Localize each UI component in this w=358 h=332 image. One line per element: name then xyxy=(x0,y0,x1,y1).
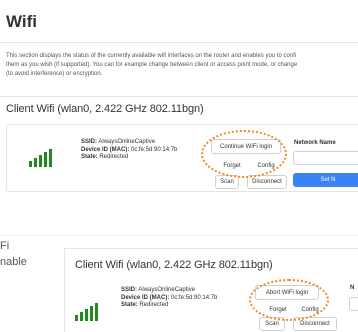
client-wifi-section-title: Client Wifi (wlan0, 2.422 GHz 802.11bgn) xyxy=(6,103,204,115)
title-divider xyxy=(0,42,358,43)
abort-callout-highlight xyxy=(249,279,329,321)
state-value: Redirected xyxy=(99,154,129,160)
section-divider xyxy=(0,96,358,97)
mac-value-bottom: 0c:fe:5d:90:14:7b xyxy=(171,294,218,301)
page-title: Wifi xyxy=(6,12,38,31)
wifi-page-bottom: Client Wifi (wlan0, 2.422 GHz 802.11bgn)… xyxy=(64,248,358,332)
connection-info-bottom: SSID: AlwaysOnlineCaptive Device ID (MAC… xyxy=(121,287,217,310)
client-wifi-section-title-bottom: Client Wifi (wlan0, 2.422 GHz 802.11bgn) xyxy=(75,259,273,271)
state-label-bottom: State: xyxy=(121,302,138,308)
mac-label-bottom: Device ID (MAC): xyxy=(121,294,170,301)
signal-strength-icon-bottom xyxy=(75,303,98,321)
side-text-fragment-2: nable xyxy=(0,256,27,268)
network-name-input-bottom[interactable] xyxy=(349,297,358,311)
state-label: State: xyxy=(81,154,98,160)
state-row: State: Redirected xyxy=(81,154,177,162)
login-callout-highlight xyxy=(201,130,287,178)
ssid-row-bottom: SSID: AlwaysOnlineCaptive xyxy=(121,287,217,295)
wifi-page-top: Wifi This section displays the status of… xyxy=(0,0,358,236)
network-name-input[interactable] xyxy=(293,151,358,165)
state-row-bottom: State: Redirected xyxy=(121,302,217,310)
page-description: This section displays the status of the … xyxy=(6,52,358,79)
connection-info: SSID: AlwaysOnlineCaptive Device ID (MAC… xyxy=(81,139,177,162)
mac-row: Device ID (MAC): 0c:fe:5d:90:14:7b xyxy=(81,147,177,155)
mac-value: 0c:fe:5d:90:14:7b xyxy=(131,146,178,153)
ssid-value-bottom: AlwaysOnlineCaptive xyxy=(138,287,196,293)
description-line-3: (to avoid interference) or encryption. xyxy=(6,71,103,77)
network-name-label-bottom: N xyxy=(350,285,355,291)
client-wifi-card: SSID: AlwaysOnlineCaptive Device ID (MAC… xyxy=(6,124,358,192)
description-line-1: This section displays the status of the … xyxy=(6,53,297,59)
signal-strength-icon xyxy=(29,149,52,167)
mac-label: Device ID (MAC): xyxy=(81,146,130,153)
ssid-label-bottom: SSID: xyxy=(121,287,138,293)
ssid-label: SSID: xyxy=(81,139,98,145)
set-network-button[interactable]: Set N xyxy=(293,173,358,187)
mac-row-bottom: Device ID (MAC): 0c:fe:5d:90:14:7b xyxy=(121,295,217,303)
ssid-row: SSID: AlwaysOnlineCaptive xyxy=(81,139,177,147)
network-name-label: Network Name xyxy=(294,140,336,146)
state-value-bottom: Redirected xyxy=(139,302,169,308)
description-line-2: them as you wish (if supported). You can… xyxy=(6,62,298,68)
ssid-value: AlwaysOnlineCaptive xyxy=(98,139,156,145)
side-text-fragment-1: Fi xyxy=(0,240,10,252)
